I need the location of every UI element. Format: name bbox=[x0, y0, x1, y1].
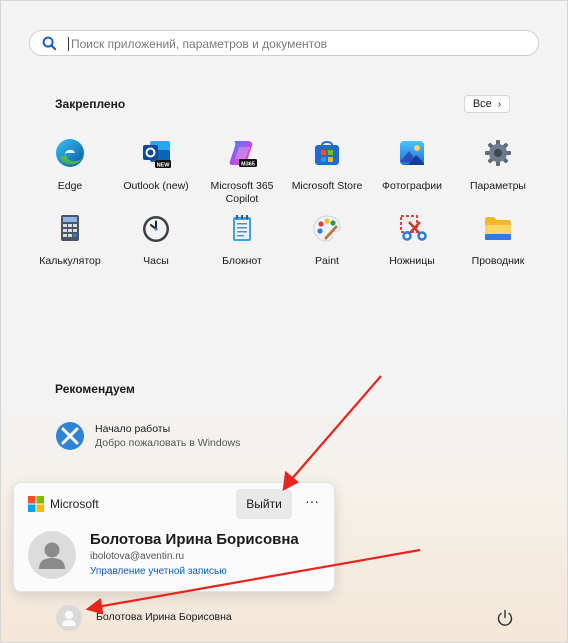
app-label: Ножницы bbox=[389, 255, 435, 267]
start-footer: Болотова Ирина Борисовна bbox=[1, 597, 567, 642]
app-clock[interactable]: Часы bbox=[114, 212, 198, 268]
brand-name: Microsoft bbox=[50, 497, 99, 511]
recommended-title: Рекомендуем bbox=[55, 382, 135, 396]
notepad-icon bbox=[233, 215, 251, 241]
power-icon[interactable] bbox=[494, 607, 516, 629]
text-caret bbox=[68, 37, 69, 51]
app-edge[interactable]: Edge bbox=[28, 137, 112, 193]
scissors-icon bbox=[400, 215, 427, 241]
search-placeholder: Поиск приложений, параметров и документо… bbox=[71, 37, 328, 51]
get-started-icon bbox=[56, 422, 84, 450]
chevron-right-icon: › bbox=[497, 98, 502, 110]
app-outlook[interactable]: NEW Outlook (new) bbox=[114, 137, 198, 193]
edge-icon bbox=[56, 139, 84, 167]
app-label: Параметры bbox=[470, 180, 526, 192]
app-store[interactable]: Microsoft Store bbox=[285, 137, 369, 193]
user-icon bbox=[62, 610, 76, 626]
app-snipping[interactable]: Ножницы bbox=[370, 212, 454, 268]
outlook-icon: NEW bbox=[143, 141, 171, 169]
sign-out-button[interactable]: Выйти bbox=[236, 489, 292, 519]
app-label: Microsoft Store bbox=[291, 180, 363, 192]
store-icon bbox=[315, 141, 339, 165]
avatar bbox=[28, 531, 76, 579]
app-calculator[interactable]: Калькулятор bbox=[28, 212, 112, 268]
recommended-item[interactable]: Начало работы Добро пожаловать в Windows bbox=[55, 419, 315, 455]
account-flyout: Microsoft Выйти ··· Болотова Ирина Борис… bbox=[13, 482, 335, 592]
app-label: Калькулятор bbox=[39, 255, 101, 267]
app-settings[interactable]: Параметры bbox=[456, 137, 540, 193]
search-icon bbox=[42, 36, 57, 51]
manage-account-link[interactable]: Управление учетной записью bbox=[90, 566, 227, 577]
explorer-icon bbox=[485, 217, 511, 240]
search-box[interactable]: Поиск приложений, параметров и документо… bbox=[29, 30, 539, 56]
svg-text:NEW: NEW bbox=[157, 163, 171, 169]
app-label: Microsoft 365 Copilot bbox=[210, 180, 274, 205]
user-icon bbox=[39, 542, 65, 569]
app-explorer[interactable]: Проводник bbox=[456, 212, 540, 268]
app-paint[interactable]: Paint bbox=[285, 212, 369, 268]
app-label: Outlook (new) bbox=[123, 180, 189, 192]
start-menu: Поиск приложений, параметров и документо… bbox=[0, 0, 568, 643]
user-name: Болотова Ирина Борисовна bbox=[90, 531, 299, 548]
photos-icon bbox=[400, 141, 424, 165]
app-label: Часы bbox=[143, 255, 169, 267]
microsoft-logo-icon bbox=[28, 496, 44, 512]
app-copilot[interactable]: M365 Microsoft 365 Copilot bbox=[200, 137, 284, 206]
footer-user-name[interactable]: Болотова Ирина Борисовна bbox=[96, 611, 232, 623]
app-label: Edge bbox=[57, 180, 83, 192]
clock-icon bbox=[143, 216, 169, 242]
user-avatar-button[interactable] bbox=[56, 605, 82, 631]
paint-icon bbox=[313, 215, 341, 242]
settings-icon bbox=[485, 140, 511, 166]
pinned-title: Закреплено bbox=[55, 97, 126, 111]
app-label: Блокнот bbox=[222, 255, 262, 267]
recommended-item-subtitle: Добро пожаловать в Windows bbox=[95, 437, 241, 449]
more-options-button[interactable]: ··· bbox=[301, 493, 323, 515]
recommended-item-title: Начало работы bbox=[95, 423, 171, 435]
app-photos[interactable]: Фотографии bbox=[370, 137, 454, 193]
app-label: Paint bbox=[315, 255, 339, 267]
calculator-icon bbox=[61, 215, 79, 241]
app-label: Фотографии bbox=[381, 180, 442, 192]
all-apps-label: Все bbox=[472, 98, 492, 110]
user-email: ibolotova@aventin.ru bbox=[90, 551, 185, 562]
all-apps-button[interactable]: Все › bbox=[464, 95, 510, 113]
svg-text:M365: M365 bbox=[241, 162, 255, 168]
copilot-icon: M365 bbox=[229, 141, 257, 168]
app-notepad[interactable]: Блокнот bbox=[200, 212, 284, 268]
app-label: Проводник bbox=[471, 255, 525, 267]
